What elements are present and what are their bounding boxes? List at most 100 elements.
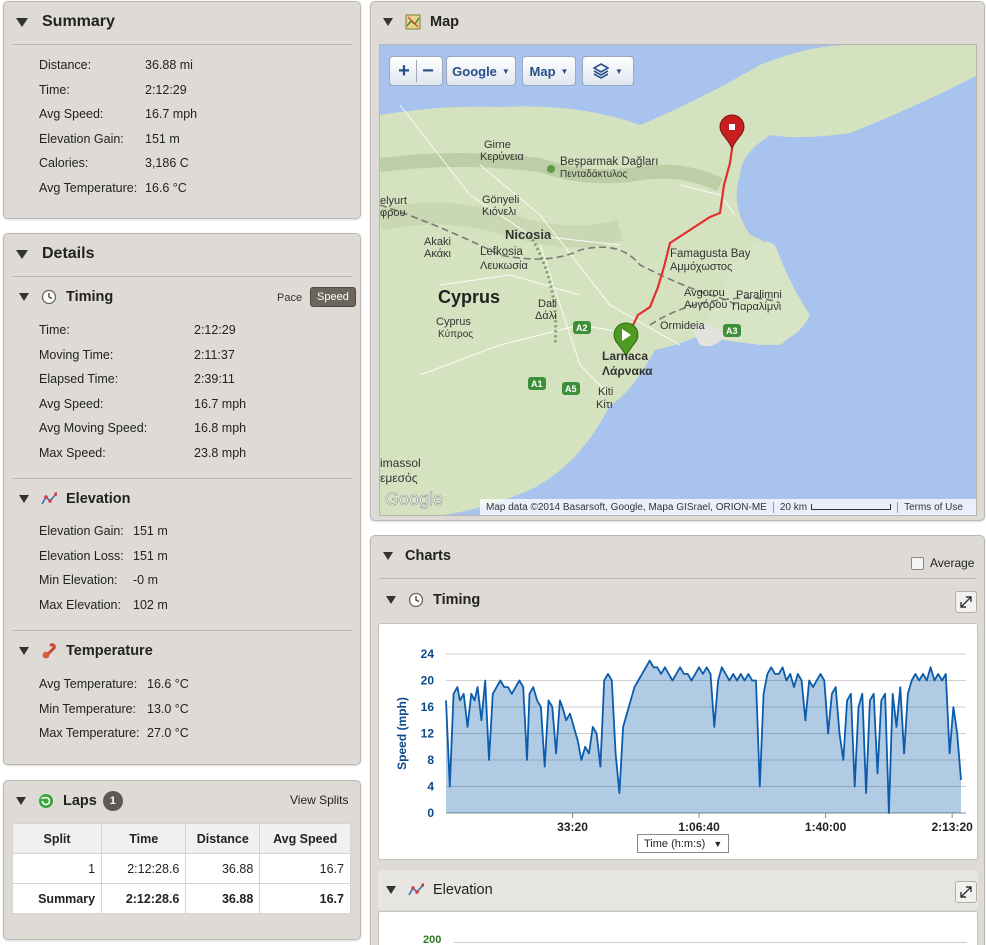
stat-label: Max Temperature: bbox=[39, 726, 140, 741]
caret-down-icon: ▼ bbox=[615, 66, 623, 76]
svg-text:φρου: φρου bbox=[380, 207, 406, 219]
map-title: Map bbox=[430, 14, 459, 30]
map-image: Girne Κερύνεια Beşparmak Dağları Πενταδά… bbox=[380, 45, 976, 515]
map-type-dropdown[interactable]: Map ▼ bbox=[522, 56, 576, 86]
stat-label: Elapsed Time: bbox=[39, 372, 119, 387]
svg-text:Δάλι: Δάλι bbox=[535, 310, 557, 322]
zoom-out-button[interactable]: − bbox=[418, 60, 438, 83]
stat-label: Time: bbox=[39, 323, 70, 337]
details-panel: Details Timing Pace Speed Time: 2:12:29 Mo… bbox=[3, 233, 361, 765]
stat-value: 102 m bbox=[133, 597, 168, 612]
y-tick-label: 0 bbox=[427, 806, 434, 820]
collapse-triangle-icon[interactable] bbox=[383, 18, 393, 26]
collapse-triangle-icon[interactable] bbox=[16, 797, 26, 805]
time-axis-select[interactable]: Time (h:m:s) ▼ bbox=[637, 834, 730, 853]
timing-chart-header[interactable]: Timing bbox=[386, 592, 480, 608]
map-header[interactable]: Map bbox=[371, 2, 984, 42]
expand-chart-button[interactable] bbox=[955, 591, 977, 613]
stat-label: Avg Speed: bbox=[39, 107, 104, 122]
stat-label: Avg Moving Speed: bbox=[39, 421, 148, 436]
stat-value: 16.7 mph bbox=[194, 396, 247, 411]
map-layers-dropdown[interactable]: ▼ bbox=[582, 56, 634, 86]
map-attribution-bar: Map data ©2014 Basarsoft, Google, Mapa G… bbox=[480, 499, 976, 515]
collapse-triangle-icon[interactable] bbox=[19, 293, 29, 301]
charts-header[interactable]: Charts bbox=[371, 536, 984, 576]
svg-text:Avgorou: Avgorou bbox=[684, 287, 725, 299]
table-header-cell[interactable]: Time bbox=[101, 823, 187, 854]
table-cell: 36.88 bbox=[185, 883, 261, 914]
gridline bbox=[454, 942, 967, 943]
table-header-cell[interactable]: Avg Speed bbox=[259, 823, 351, 854]
svg-text:Ormideia: Ormideia bbox=[660, 320, 706, 332]
svg-text:Akaki: Akaki bbox=[424, 236, 451, 248]
laps-table: Split Time Distance Avg Speed 1 2:12:28.6 36.… bbox=[11, 823, 351, 914]
stat-label: Elevation Gain: bbox=[39, 131, 124, 146]
svg-text:Paralimni: Paralimni bbox=[736, 289, 782, 301]
collapse-triangle-icon[interactable] bbox=[383, 552, 393, 560]
table-cell: 36.88 bbox=[185, 853, 261, 884]
map-attribution: Map data ©2014 Basarsoft, Google, Mapa G… bbox=[486, 501, 767, 513]
table-cell: 2:12:28.6 bbox=[101, 883, 187, 914]
stat-value: 2:39:11 bbox=[194, 372, 235, 387]
elevation-section-header[interactable]: Elevation bbox=[19, 491, 130, 507]
stat-label: Avg Temperature: bbox=[39, 677, 138, 691]
svg-text:Nicosia: Nicosia bbox=[505, 227, 552, 242]
collapse-triangle-icon[interactable] bbox=[16, 17, 28, 27]
map-canvas[interactable]: Girne Κερύνεια Beşparmak Dağları Πενταδά… bbox=[379, 44, 977, 516]
average-toggle[interactable]: Average bbox=[911, 556, 974, 570]
details-header[interactable]: Details bbox=[4, 234, 360, 274]
collapse-triangle-icon[interactable] bbox=[19, 647, 29, 655]
pace-toggle-button[interactable]: Pace bbox=[271, 289, 308, 307]
clock-icon bbox=[41, 289, 57, 305]
table-row: 1 2:12:28.6 36.88 16.7 bbox=[11, 853, 351, 884]
svg-text:Girne: Girne bbox=[484, 139, 511, 151]
svg-text:A5: A5 bbox=[565, 384, 577, 394]
y-tick-label: 8 bbox=[427, 753, 434, 767]
laps-count-badge: 1 bbox=[102, 791, 123, 811]
collapse-triangle-icon[interactable] bbox=[386, 596, 396, 604]
map-scale: 20 km bbox=[772, 501, 897, 513]
svg-text:A1: A1 bbox=[531, 379, 543, 389]
y-tick-label: 4 bbox=[427, 780, 434, 794]
table-cell: Summary bbox=[11, 883, 103, 914]
divider bbox=[379, 578, 976, 579]
summary-title: Summary bbox=[42, 13, 115, 30]
temperature-section-header[interactable]: Temperature bbox=[19, 643, 153, 659]
table-header-cell[interactable]: Distance bbox=[185, 823, 261, 854]
svg-text:Ακάκι: Ακάκι bbox=[424, 248, 452, 260]
stat-label: Distance: bbox=[39, 58, 92, 72]
x-tick-label: 1:06:40 bbox=[678, 820, 720, 834]
svg-text:Beşparmak Dağları: Beşparmak Dağları bbox=[560, 156, 658, 168]
expand-chart-button[interactable] bbox=[955, 881, 977, 903]
view-splits-link[interactable]: View Splits bbox=[290, 793, 348, 807]
zoom-in-button[interactable]: + bbox=[394, 60, 414, 83]
table-header-cell[interactable]: Split bbox=[11, 823, 103, 854]
y-tick-label: 20 bbox=[421, 674, 435, 688]
collapse-triangle-icon[interactable] bbox=[19, 495, 29, 503]
elevation-chart-title: Elevation bbox=[433, 882, 493, 898]
y-tick-label: 16 bbox=[421, 700, 435, 714]
table-cell: 16.7 bbox=[259, 853, 351, 884]
stat-label: Max Speed: bbox=[39, 446, 106, 460]
svg-text:Αμμόχωστος: Αμμόχωστος bbox=[670, 261, 732, 273]
summary-header[interactable]: Summary bbox=[4, 2, 360, 42]
speed-toggle-button[interactable]: Speed bbox=[310, 287, 356, 307]
stat-label: Avg Speed: bbox=[39, 396, 104, 411]
timing-section-header[interactable]: Timing bbox=[19, 289, 113, 305]
svg-text:Λάρνακα: Λάρνακα bbox=[602, 364, 653, 378]
stat-label: Elevation Gain: bbox=[39, 524, 124, 538]
svg-text:Κύπρος: Κύπρος bbox=[438, 328, 473, 340]
svg-text:Cyprus: Cyprus bbox=[436, 316, 471, 328]
map-provider-dropdown[interactable]: Google ▼ bbox=[446, 56, 516, 86]
collapse-triangle-icon[interactable] bbox=[16, 249, 28, 259]
details-title: Details bbox=[42, 245, 95, 262]
terms-link[interactable]: Terms of Use bbox=[897, 501, 969, 513]
average-label: Average bbox=[930, 556, 975, 570]
elevation-chart-header[interactable]: Elevation bbox=[386, 882, 493, 898]
stat-value: 16.6 °C bbox=[145, 181, 187, 195]
collapse-triangle-icon[interactable] bbox=[386, 886, 396, 894]
average-checkbox[interactable] bbox=[911, 556, 924, 570]
svg-text:Κερύνεια: Κερύνεια bbox=[480, 151, 524, 163]
timing-title: Timing bbox=[66, 289, 114, 305]
stat-label: Max Elevation: bbox=[39, 597, 121, 612]
